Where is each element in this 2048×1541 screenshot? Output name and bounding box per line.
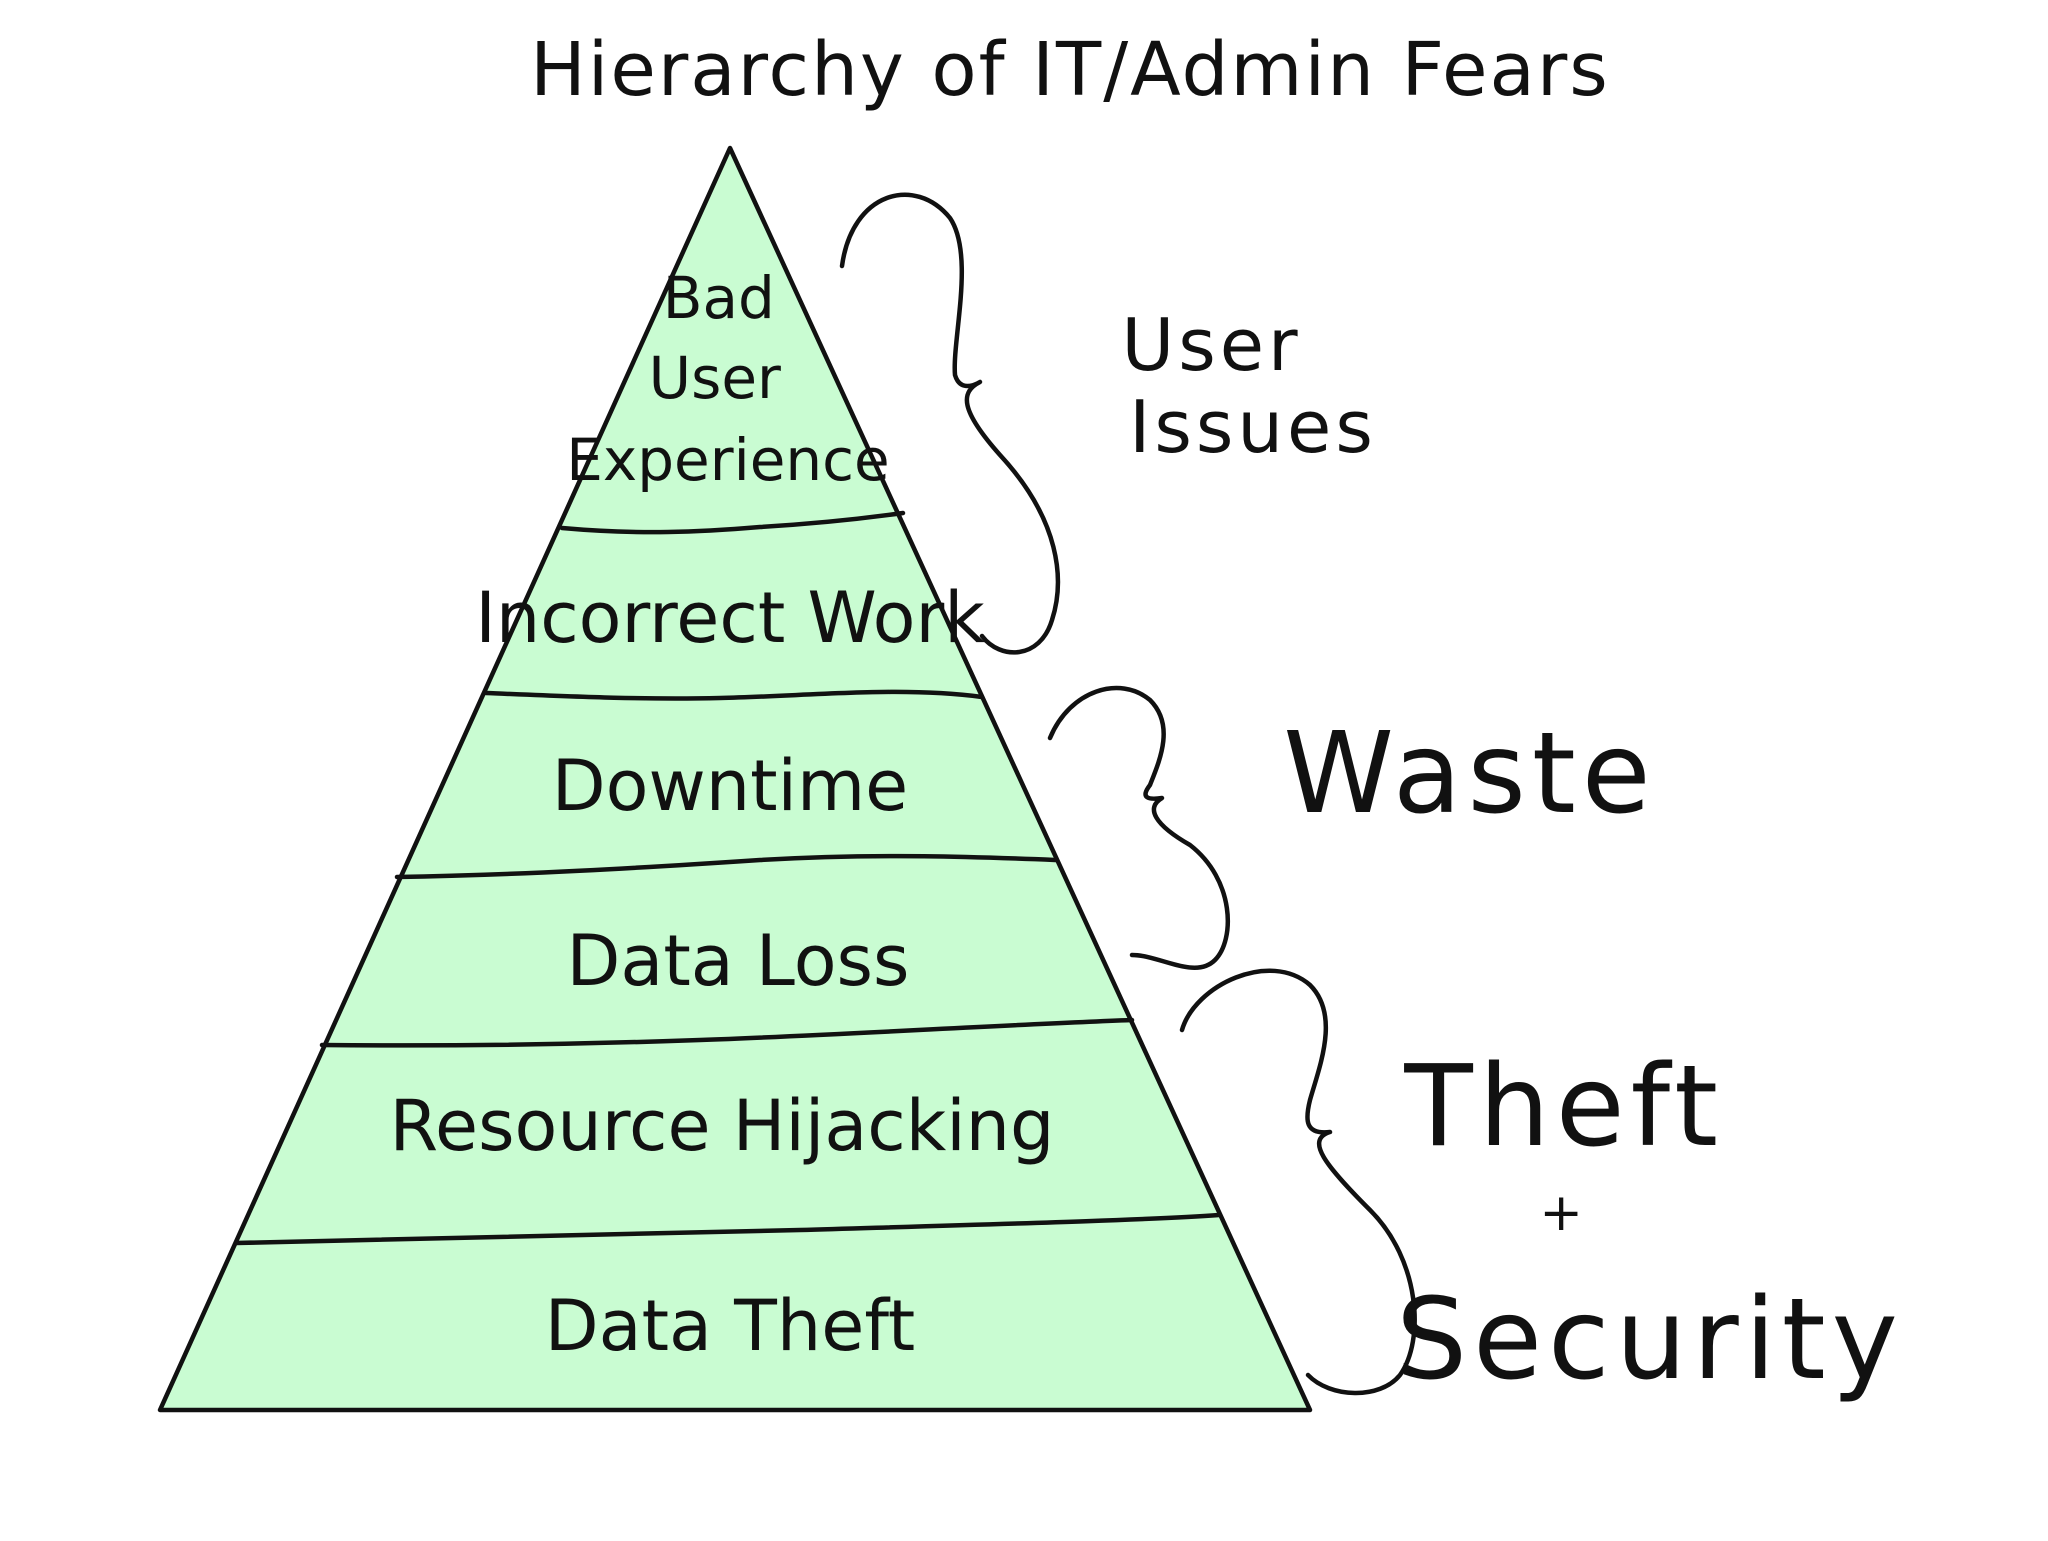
tier-label-line: Experience: [566, 426, 889, 494]
group-label-line: +: [1539, 1183, 1589, 1243]
group-label-user-issues: User Issues: [1122, 303, 1377, 469]
group-label-line: User: [1122, 303, 1302, 387]
fears-pyramid-diagram: Hierarchy of IT/Admin Fears Bad User Exp…: [157, 27, 1904, 1413]
group-label-waste: Waste: [1283, 709, 1656, 839]
tier-label-incorrect-work: Incorrect Work: [475, 577, 985, 659]
tier-label-data-loss: Data Loss: [567, 920, 910, 1002]
tier-label-resource-hijacking: Resource Hijacking: [390, 1085, 1055, 1167]
tier-label-line: Bad: [663, 264, 775, 332]
group-label-line: Issues: [1129, 385, 1377, 469]
diagram-canvas: Hierarchy of IT/Admin Fears Bad User Exp…: [0, 0, 2048, 1536]
group-label-line: Security: [1396, 1275, 1904, 1405]
group-labels: User Issues Waste Theft + Security: [1122, 303, 1904, 1405]
tier-label-downtime: Downtime: [552, 745, 909, 827]
tier-label-data-theft: Data Theft: [545, 1285, 915, 1367]
group-label-line: Theft: [1403, 1042, 1724, 1172]
tier-label-bad-user-experience: Bad User Experience: [566, 264, 889, 494]
group-label-theft-security: Theft + Security: [1396, 1042, 1904, 1405]
diagram-title: Hierarchy of IT/Admin Fears: [530, 27, 1610, 113]
tier-label-line: User: [649, 344, 781, 412]
